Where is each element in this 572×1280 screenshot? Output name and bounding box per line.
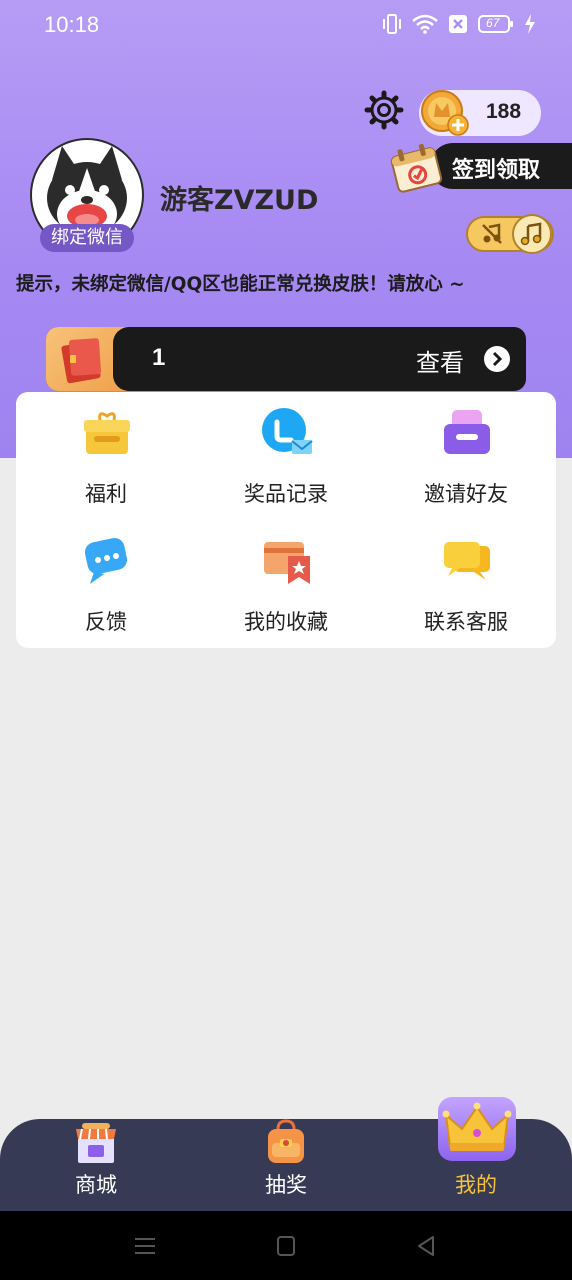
nav-item-mine[interactable]: 我的 [416,1119,536,1211]
favorites-icon [264,542,310,584]
menu-item-label: 我的收藏 [244,610,328,634]
status-icons: 67 [382,13,536,35]
nav-item-store[interactable]: 商城 [36,1119,156,1211]
battery-level: 67 [486,16,500,30]
menu-item-welfare[interactable]: 福利 [16,392,196,512]
menu-item-label: 联系客服 [424,610,508,634]
status-time: 10:18 [44,12,100,37]
bind-wechat-badge[interactable]: 绑定微信 [40,224,134,252]
menu-item-label: 福利 [85,482,127,506]
menu-item-prize-record[interactable]: 奖品记录 [196,392,376,512]
sim-off-icon [449,15,467,33]
coin-balance: 188 [486,100,522,123]
skin-count: 1 [152,344,166,371]
wallet-icon [61,338,102,384]
menu-item-label: 反馈 [85,610,127,634]
home-icon[interactable] [276,1235,296,1257]
settings-gear-icon[interactable] [362,88,406,132]
back-icon[interactable] [416,1235,436,1257]
username: 游客ZVZUD [160,185,319,216]
battery-icon: 67 [478,14,514,34]
music-knob[interactable] [512,214,552,254]
bind-tip-text: 提示，未绑定微信/QQ区也能正常兑换皮肤！请放心 ~ [16,274,465,295]
customer-service-icon [444,542,490,580]
store-icon [76,1123,116,1163]
nav-label: 商城 [75,1173,117,1197]
charging-icon [525,14,535,34]
nav-label: 我的 [455,1173,497,1197]
menu-item-favorites[interactable]: 我的收藏 [196,520,376,640]
menu-item-feedback[interactable]: 反馈 [16,520,196,640]
status-bar: 10:18 67 [0,0,572,52]
menu-icon[interactable] [134,1235,156,1257]
vibrate-icon [383,14,401,34]
music-off-icon [482,223,502,244]
gift-box-icon [84,412,130,454]
lottery-bag-icon [268,1119,304,1163]
nav-label: 抽奖 [265,1173,307,1197]
calendar-signin-icon[interactable] [386,140,446,194]
menu-item-invite-friends[interactable]: 邀请好友 [376,392,556,512]
menu-item-label: 邀请好友 [424,482,508,506]
nav-item-lottery[interactable]: 抽奖 [226,1119,346,1211]
profile-page: 10:18 67 188 签到领取 绑定微信 游客ZVZUD 提示，未绑定微信/… [0,0,572,1280]
menu-item-customer-service[interactable]: 联系客服 [376,520,556,640]
wifi-icon [412,14,438,34]
system-nav-bar [0,1211,572,1280]
menu-item-label: 奖品记录 [244,482,328,506]
signin-label: 签到领取 [452,158,541,183]
invite-icon [444,410,490,454]
record-icon [262,408,313,454]
coin-add-icon[interactable] [420,89,470,139]
chevron-right-icon[interactable] [484,346,510,372]
music-note-icon [520,222,542,246]
feedback-icon [84,538,128,584]
menu-card: 福利 奖品记录 邀请好友 反馈 我的收藏 联系客服 [16,392,556,648]
view-skins-label[interactable]: 查看 [416,343,464,378]
